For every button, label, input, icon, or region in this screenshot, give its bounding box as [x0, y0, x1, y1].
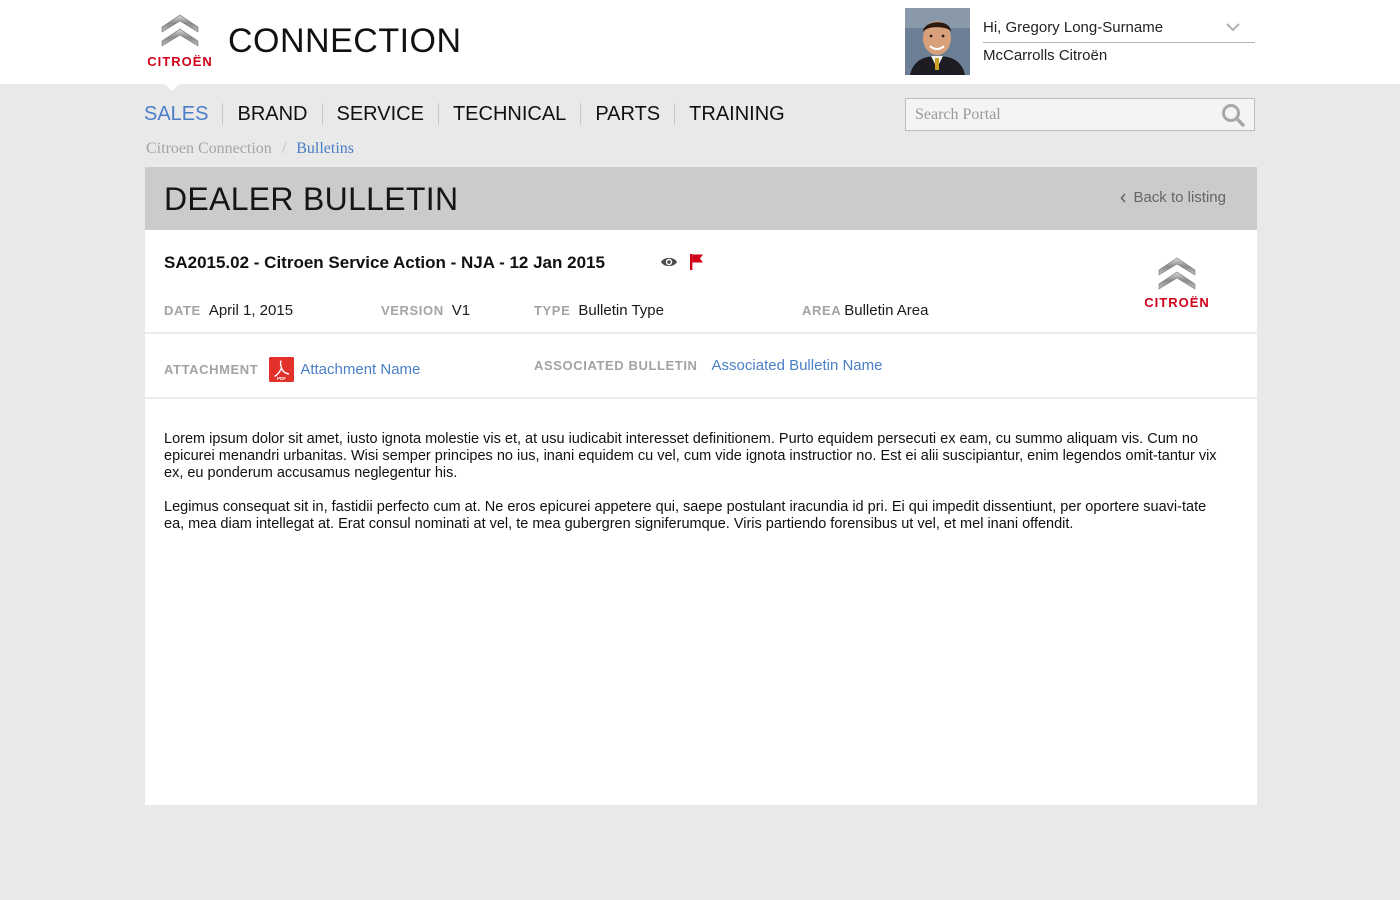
date-value: April 1, 2015 [208, 302, 294, 319]
search-input[interactable] [906, 99, 1216, 130]
chevrons-logo-icon [161, 14, 199, 47]
pdf-icon[interactable]: PDF [269, 357, 295, 382]
associated-bulletin-row: ASSOCIATED BULLETIN Associated Bulletin … [534, 357, 882, 374]
nav-item-parts[interactable]: PARTS [580, 103, 674, 125]
top-header: CITROËN CONNECTION Hi, Gregory Long-Surn… [0, 0, 1400, 84]
attachment-row: ATTACHMENT PDF Attachment Name [164, 357, 420, 382]
user-greeting[interactable]: Hi, Gregory Long-Surname [983, 19, 1163, 36]
nav-item-brand[interactable]: BRAND [222, 103, 321, 125]
type-value: Bulletin Type [578, 302, 664, 319]
back-to-listing-label: Back to listing [1133, 189, 1226, 206]
breadcrumb-current-link[interactable]: Bulletins [296, 140, 354, 158]
attachment-label: ATTACHMENT [164, 362, 259, 377]
body-paragraph: Lorem ipsum dolor sit amet, iusto ignota… [164, 431, 1217, 481]
flag-icon[interactable] [689, 253, 705, 271]
section-divider [145, 332, 1257, 334]
search-icon[interactable] [1215, 98, 1255, 131]
citroen-logo[interactable]: CITROËN [140, 10, 220, 70]
nav-item-training[interactable]: TRAINING [674, 103, 799, 125]
user-photo-icon [905, 8, 970, 75]
associated-bulletin-link[interactable]: Associated Bulletin Name [712, 357, 883, 374]
nav-item-technical[interactable]: TECHNICAL [437, 103, 580, 125]
bulletin-title: SA2015.02 - Citroen Service Action - NJA… [164, 253, 605, 272]
chevrons-logo-icon [1158, 257, 1196, 290]
eye-icon[interactable] [660, 255, 678, 269]
search-box [905, 98, 1255, 131]
breadcrumb-root-link[interactable]: Citroen Connection [146, 140, 272, 158]
section-divider [145, 397, 1257, 399]
date-label: DATE [164, 303, 201, 318]
bulletin-body: Lorem ipsum dolor sit amet, iusto ignota… [164, 431, 1224, 550]
attachment-link[interactable]: Attachment Name [300, 361, 420, 378]
app-title: CONNECTION [228, 22, 462, 60]
chevron-down-icon[interactable] [1224, 18, 1242, 36]
nav-item-service[interactable]: SERVICE [321, 103, 438, 125]
svg-text:PDF: PDF [277, 376, 286, 381]
meta-version: VERSION V1 [381, 302, 470, 319]
logo-wordmark: CITROËN [147, 54, 213, 69]
avatar[interactable] [905, 8, 970, 75]
bulletin-card: DEALER BULLETIN Back to listing SA2015.0… [145, 167, 1257, 805]
breadcrumb: Citroen Connection / Bulletins [146, 140, 354, 158]
version-label: VERSION [381, 303, 444, 318]
active-section-pointer [165, 84, 179, 91]
back-to-listing-link[interactable]: Back to listing [1120, 189, 1226, 206]
main-nav: SALES BRAND SERVICE TECHNICAL PARTS TRAI… [144, 101, 799, 127]
breadcrumb-separator: / [281, 140, 287, 157]
associated-bulletin-label: ASSOCIATED BULLETIN [534, 358, 698, 373]
meta-type: TYPE Bulletin Type [534, 302, 664, 319]
meta-area: AREA Bulletin Area [802, 302, 928, 319]
version-value: V1 [451, 302, 471, 319]
user-divider [983, 42, 1255, 43]
chevron-left-icon [1120, 192, 1127, 203]
brand-wordmark: CITROËN [1144, 295, 1210, 310]
meta-date: DATE April 1, 2015 [164, 302, 293, 319]
nav-item-sales[interactable]: SALES [144, 103, 222, 125]
body-paragraph: Legimus consequat sit in, fastidii perfe… [164, 499, 1207, 532]
card-header: DEALER BULLETIN Back to listing [145, 167, 1257, 230]
page-title: DEALER BULLETIN [164, 181, 459, 217]
area-label: AREA [802, 303, 842, 318]
type-label: TYPE [534, 303, 571, 318]
area-value: Bulletin Area [844, 302, 929, 319]
dealer-name: McCarrolls Citroën [983, 47, 1108, 64]
citroen-brand-logo: CITROËN [1136, 253, 1218, 313]
